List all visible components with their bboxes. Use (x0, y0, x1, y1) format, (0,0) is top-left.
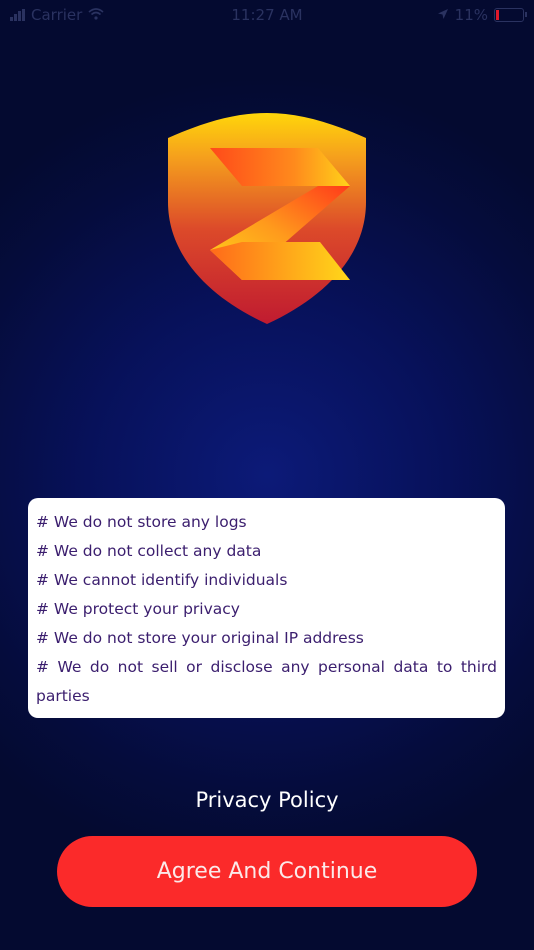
privacy-policy-link[interactable]: Privacy Policy (0, 788, 534, 812)
battery-level (496, 10, 499, 20)
status-bar: Carrier 11:27 AM 11% (0, 0, 534, 32)
location-icon (437, 6, 449, 24)
feature-item: # We protect your privacy (36, 600, 240, 618)
battery-percent: 11% (454, 6, 488, 24)
feature-item: # We cannot identify individuals (36, 571, 288, 589)
feature-item: # We do not collect any data (36, 542, 262, 560)
feature-item: # We do not store your original IP addre… (36, 629, 364, 647)
z-shield-logo (164, 110, 370, 328)
status-right: 11% (437, 6, 527, 24)
privacy-features-card: # We do not store any logs # We do not c… (28, 498, 505, 718)
agree-and-continue-button[interactable]: Agree And Continue (57, 836, 477, 907)
feature-item: # We do not store any logs (36, 513, 247, 531)
battery-icon (494, 8, 527, 22)
feature-item: # We do not sell or disclose any persona… (36, 658, 497, 705)
